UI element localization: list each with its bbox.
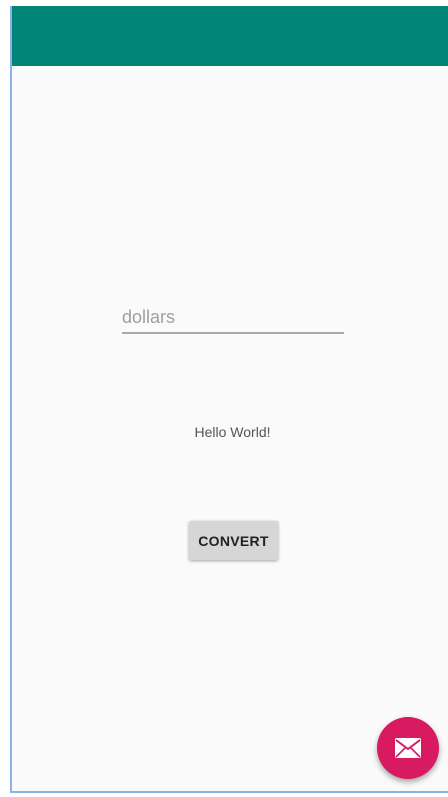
app-screen: Hello World! CONVERT	[10, 6, 448, 793]
email-fab-button[interactable]	[377, 717, 439, 779]
result-text: Hello World!	[194, 424, 271, 440]
mail-icon	[395, 738, 421, 758]
dollars-input[interactable]	[122, 302, 344, 334]
app-bar	[12, 6, 448, 66]
convert-button[interactable]: CONVERT	[189, 521, 278, 560]
